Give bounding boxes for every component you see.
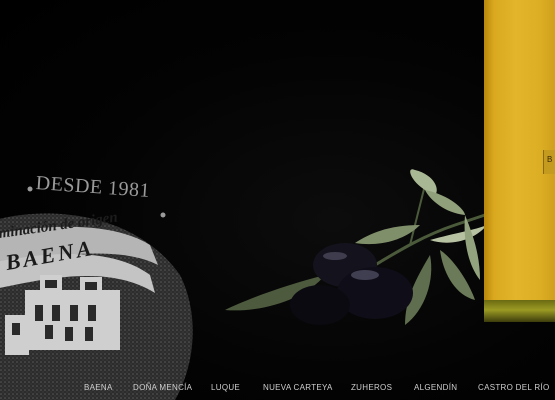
nav-item-castro-del-rio[interactable]: CASTRO DEL RÍO xyxy=(478,383,549,392)
bottle-label: B xyxy=(543,150,555,174)
nav-item-zuheros[interactable]: ZUHEROS xyxy=(351,383,392,392)
nav-item-dona-mencia[interactable]: DOÑA MENCÍA xyxy=(133,383,192,392)
bottle-label-text: B xyxy=(547,155,553,164)
nav-item-nueva-carteya[interactable]: NUEVA CARTEYA xyxy=(263,383,333,392)
town-navigation: BAENA DOÑA MENCÍA LUQUE NUEVA CARTEYA ZU… xyxy=(0,380,555,398)
nav-item-luque[interactable]: LUQUE xyxy=(211,383,240,392)
hero-stage: DESDE 1981 minación de origen BAENA B BA… xyxy=(0,0,555,400)
olive-branch-image xyxy=(225,169,487,325)
nav-item-baena[interactable]: BAENA xyxy=(84,383,113,392)
seal-emblem xyxy=(0,186,193,400)
nav-item-algendin[interactable]: ALGENDÍN xyxy=(414,383,457,392)
oil-bottle-base xyxy=(484,300,555,322)
